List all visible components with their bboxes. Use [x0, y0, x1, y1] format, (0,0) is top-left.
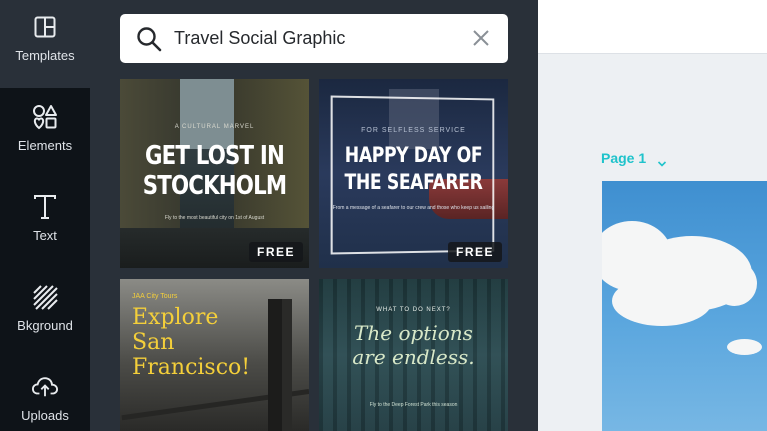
design-canvas[interactable] [602, 181, 767, 431]
uploads-icon [32, 374, 58, 400]
nav-item-label: Uploads [21, 408, 69, 423]
nav-item-label: Bkground [17, 318, 73, 333]
free-badge: FREE [447, 242, 502, 262]
template-card-options[interactable]: WHAT TO DO NEXT? The options are endless… [319, 279, 508, 431]
nav-item-uploads[interactable]: Uploads [0, 360, 90, 431]
nav-item-label: Elements [17, 138, 73, 153]
card-photo-bridge-tower [282, 299, 292, 431]
canvas-cloud [712, 261, 757, 306]
card-kicker: WHAT TO DO NEXT? [376, 307, 451, 313]
search-value: Travel Social Graphic [174, 28, 346, 48]
card-subtitle: From a message of a seafarer to our crew… [332, 205, 495, 211]
nav-item-label: Text [33, 228, 57, 243]
card-kicker: FOR SELFLESS SERVICE [361, 127, 466, 134]
editor-topbar [538, 0, 767, 54]
left-nav: Templates Elements Text Bkground Uploads [0, 0, 90, 431]
template-card-seafarer[interactable]: FOR SELFLESS SERVICE HAPPY DAY OF THE SE… [319, 79, 508, 268]
elements-icon [32, 104, 58, 130]
template-card-stockholm[interactable]: A CULTURAL MARVEL GET LOST IN STOCKHOLM … [120, 79, 309, 268]
card-title: GET LOST IN STOCKHOLM [142, 141, 287, 201]
card-subtitle: Fly to the most beautiful city on 1st of… [164, 215, 265, 221]
card-title: The options are endless. [352, 321, 475, 369]
free-badge: FREE [248, 242, 303, 262]
templates-icon [32, 14, 58, 40]
template-card-san-francisco[interactable]: JAA City Tours Explore San Francisco! [120, 279, 309, 431]
card-photo-sky [180, 79, 234, 149]
nav-item-text[interactable]: Text [0, 180, 90, 268]
text-icon [32, 194, 58, 220]
nav-item-elements[interactable]: Elements [0, 90, 90, 178]
clear-search-icon[interactable] [472, 29, 490, 52]
nav-item-templates[interactable]: Templates [0, 0, 90, 88]
card-photo-bridge-tower [268, 299, 282, 431]
search-input[interactable]: Travel Social Graphic [120, 14, 508, 63]
card-title: HAPPY DAY OF THE SEAFARER [344, 143, 483, 194]
canvas-cloud [727, 339, 762, 355]
nav-item-background[interactable]: Bkground [0, 270, 90, 358]
page-label[interactable]: Page 1 [601, 150, 646, 166]
chevron-down-icon[interactable] [657, 155, 667, 173]
card-kicker: A CULTURAL MARVEL [174, 124, 255, 130]
nav-item-label: Templates [15, 48, 75, 63]
canvas-cloud [612, 276, 712, 326]
search-icon [136, 26, 162, 57]
card-kicker: JAA City Tours [132, 293, 178, 300]
card-title: Explore San Francisco! [132, 305, 251, 380]
background-icon [32, 284, 58, 310]
card-subtitle: Fly to the Deep Forest Park this season [369, 402, 458, 408]
